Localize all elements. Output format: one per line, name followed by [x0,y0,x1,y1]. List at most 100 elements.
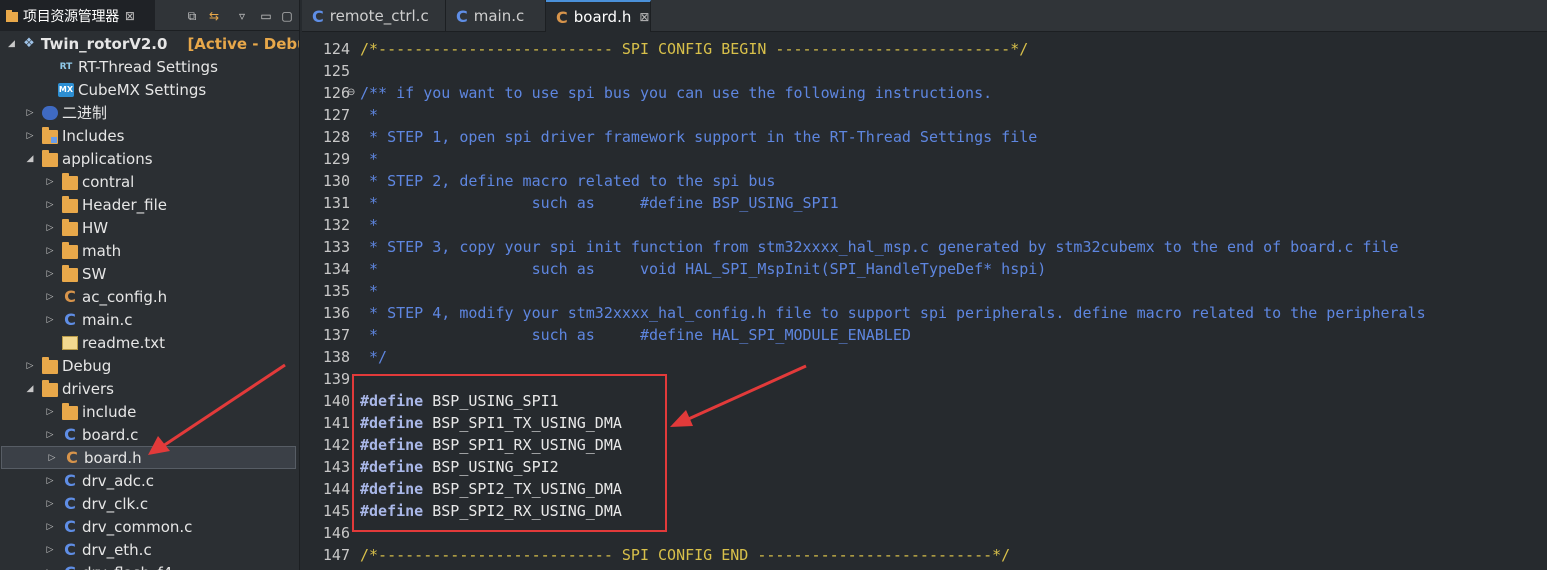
tree-item[interactable]: ▷ Includes [0,124,299,147]
tree-item[interactable]: ▷ include [0,400,299,423]
collapsed-arrow-icon[interactable]: ▷ [44,222,56,234]
tree-item[interactable]: ▷ Cdrv_common.c [0,515,299,538]
expanded-arrow-icon[interactable]: ◢ [24,383,36,395]
collapsed-arrow-icon[interactable]: ▷ [44,245,56,257]
tree-item[interactable]: ▷ Cac_config.h [0,285,299,308]
comment-text: * STEP 3, copy your spi init function fr… [360,238,1399,256]
c-file-icon: C [64,516,76,536]
c-file-icon: C [456,6,468,26]
collapsed-arrow-icon[interactable]: ▷ [44,475,56,487]
collapsed-arrow-icon[interactable]: ▷ [44,268,56,280]
tree-item-label: drv_common.c [82,517,193,536]
line-number: 147 [322,546,350,564]
collapsed-arrow-icon[interactable]: ▷ [44,521,56,533]
comment-text: * STEP 1, open spi driver framework supp… [360,128,1038,146]
collapsed-arrow-icon[interactable]: ▷ [44,429,56,441]
tree-item[interactable]: RT RT-Thread Settings [0,55,299,78]
macro-name: BSP_SPI1_TX_USING_DMA [423,414,622,432]
header-file-icon: C [66,447,78,467]
collapsed-arrow-icon[interactable]: ▷ [44,199,56,211]
tree-item-label: contral [82,172,135,191]
tree-item[interactable]: ◢ ❖ Twin_rotorV2.0 [Active - Debug [0,32,299,55]
link-editor-icon[interactable]: ⇆ [206,8,222,24]
code-line: /*-------------------------- SPI CONFIG … [360,544,1010,566]
tree-item[interactable]: ▷ HW [0,216,299,239]
collapsed-arrow-icon[interactable]: ▷ [44,498,56,510]
editor-tab-label: remote_ctrl.c [329,7,429,25]
c-file-icon: C [64,309,76,329]
editor-tab[interactable]: Cmain.c [446,0,546,32]
collapsed-arrow-icon[interactable]: ▷ [24,360,36,372]
line-number: 146 [322,524,350,542]
line-number: 144 [322,480,350,498]
close-icon[interactable]: ⊠ [639,10,649,24]
line-number: 137 [322,326,350,344]
view-menu-icon[interactable]: ▿ [234,8,250,24]
collapse-all-icon[interactable]: ⧉ [184,8,200,24]
tree-item[interactable]: ▷ Debug [0,354,299,377]
tree-item[interactable]: ◢ applications [0,147,299,170]
tree-item-label: board.c [82,425,139,444]
tree-item[interactable]: ▷ Cmain.c [0,308,299,331]
collapsed-arrow-icon[interactable]: ▷ [24,130,36,142]
code-line: */ [360,346,387,368]
explorer-icon [5,9,19,23]
tree-item[interactable]: MX CubeMX Settings [0,78,299,101]
folder-icon [62,264,78,282]
expanded-arrow-icon[interactable]: ◢ [8,38,15,50]
collapsed-arrow-icon[interactable]: ▷ [44,314,56,326]
macro-name: BSP_USING_SPI2 [423,458,559,476]
editor-tab[interactable]: Cremote_ctrl.c [302,0,446,32]
fold-toggle-icon[interactable]: ⊖ [347,82,355,104]
tree-item[interactable]: ▷ math [0,239,299,262]
collapsed-arrow-icon[interactable]: ▷ [44,567,56,570]
collapsed-arrow-icon[interactable]: ▷ [44,176,56,188]
code-line: * [360,148,378,170]
tree-item[interactable]: ▷ 二进制 [0,101,299,124]
comment-text: */ [360,348,388,366]
tree-item-label: readme.txt [82,333,166,352]
tree-item-label: 二进制 [62,104,108,122]
folder-icon [62,195,78,213]
tree-item-label: board.h [84,448,142,467]
line-number: 143 [322,458,350,476]
rt-thread-icon: RT [59,61,73,72]
tree-item[interactable]: ▷ Cdrv_eth.c [0,538,299,561]
tree-item[interactable]: ▷ contral [0,170,299,193]
collapsed-arrow-icon[interactable]: ▷ [24,107,36,119]
header-file-icon: C [556,7,568,27]
tree-item[interactable]: ▷ SW [0,262,299,285]
editor-tab[interactable]: Cboard.h ⊠ [546,0,651,32]
tree-item[interactable]: readme.txt [0,331,299,354]
maximize-icon[interactable]: ▢ [279,8,295,24]
line-number: 138 [322,348,350,366]
collapsed-arrow-icon[interactable]: ▷ [44,544,56,556]
line-number: 142 [322,436,350,454]
minimize-icon[interactable]: ▭ [258,8,274,24]
collapsed-arrow-icon[interactable]: ▷ [46,452,58,464]
folder-icon [42,149,58,167]
code-editor: Cremote_ctrl.c Cmain.c Cboard.h ⊠ 124 125 126… [302,0,1547,570]
tree-item[interactable]: ▷ Cdrv_clk.c [0,492,299,515]
tree-item-label: drivers [62,379,114,398]
tree-item[interactable]: ▷ Cboard.c [0,423,299,446]
tree-item[interactable]: ▷ Header_file [0,193,299,216]
project-explorer-panel: 项目资源管理器 ⊠ ⧉ ⇆ ▿ ▭ ▢ ◢ ❖ Twin_rotorV2.0 [Act… [0,0,300,570]
code-area[interactable]: /*-------------------------- SPI CONFIG … [357,34,1547,570]
tree-item-label: Twin_rotorV2.0 [40,34,168,53]
tree-item[interactable]: ▷ Cdrv_adc.c [0,469,299,492]
tree-item-label: CubeMX Settings [78,80,207,99]
c-file-icon: C [64,493,76,513]
collapsed-arrow-icon[interactable]: ▷ [44,406,56,418]
expanded-arrow-icon[interactable]: ◢ [24,153,36,165]
collapsed-arrow-icon[interactable]: ▷ [44,291,56,303]
line-number: 129 [322,150,350,168]
comment-text: * [360,106,379,124]
code-line: * [360,280,378,302]
close-icon[interactable]: ⊠ [125,9,135,23]
tree-item[interactable]: ▷ Cboard.h [1,446,296,469]
tree-item[interactable]: ▷ Cdrv_flash_f4 [0,561,299,570]
explorer-tab[interactable]: 项目资源管理器 ⊠ [0,0,155,31]
tree-item[interactable]: ◢ drivers [0,377,299,400]
c-file-icon: C [64,470,76,490]
